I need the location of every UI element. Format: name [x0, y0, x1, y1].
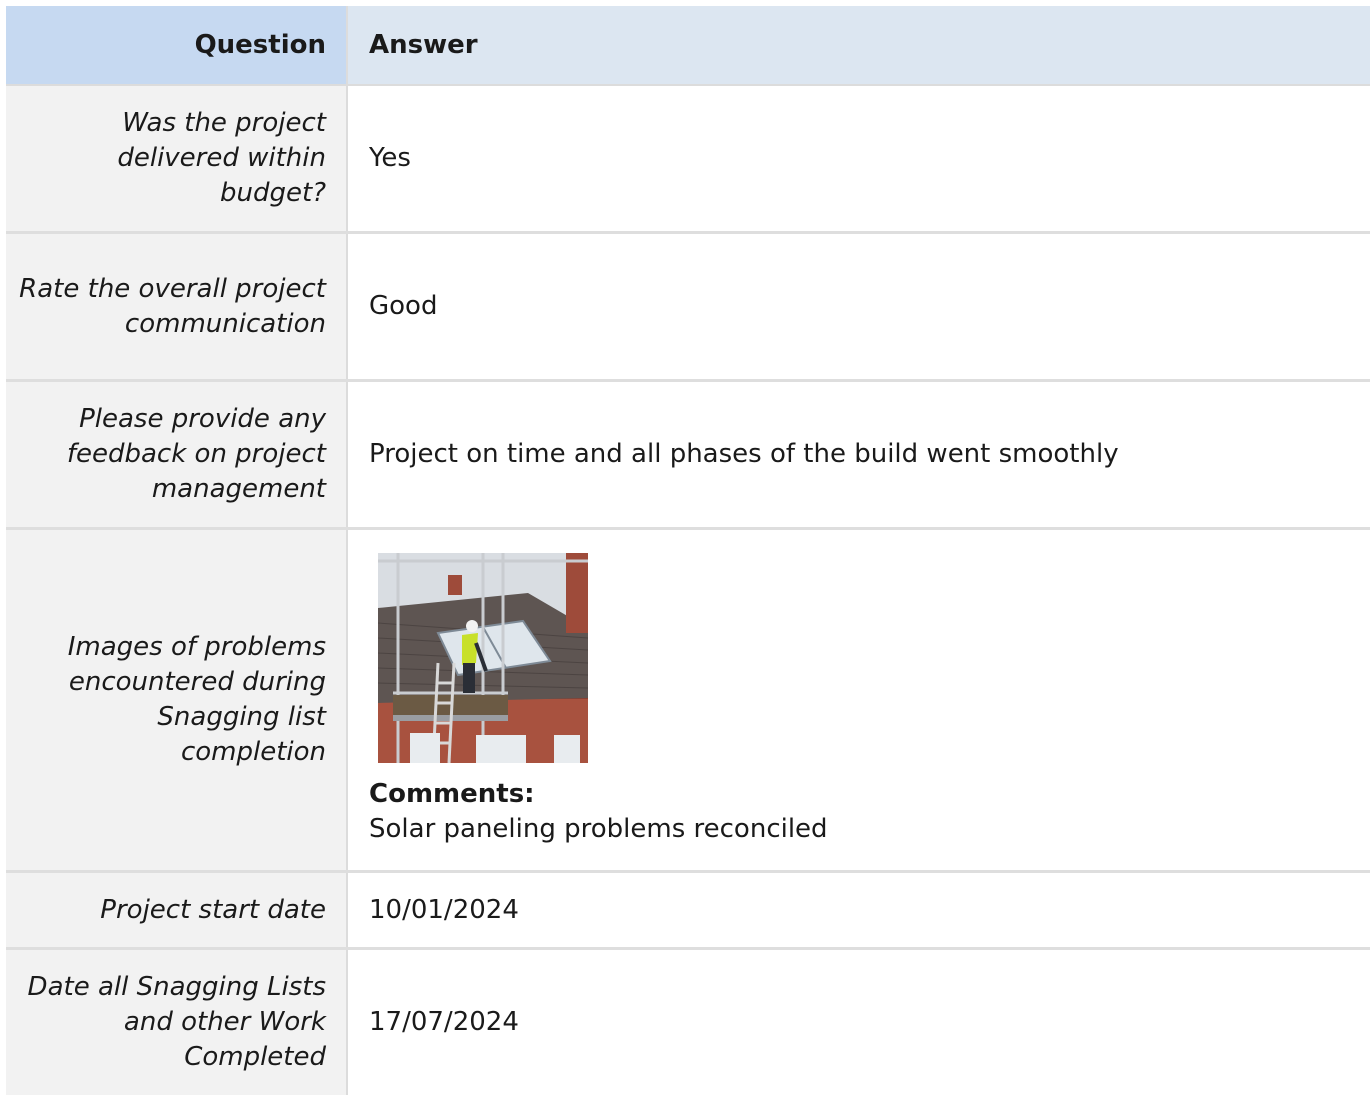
snagging-photo[interactable] [378, 553, 588, 763]
answer-cell: 10/01/2024 [347, 872, 1370, 949]
table-row: Was the project delivered within budget?… [6, 85, 1370, 233]
question-cell: Images of problems encountered during Sn… [6, 529, 347, 872]
comments-label: Comments: [369, 777, 1370, 812]
header-row: Question Answer [6, 6, 1370, 85]
question-cell: Project start date [6, 872, 347, 949]
answer-cell: Good [347, 233, 1370, 381]
table-row: Please provide any feedback on project m… [6, 381, 1370, 529]
table-row: Images of problems encountered during Sn… [6, 529, 1370, 872]
answer-cell: 17/07/2024 [347, 949, 1370, 1095]
question-cell: Date all Snagging Lists and other Work C… [6, 949, 347, 1095]
question-cell: Please provide any feedback on project m… [6, 381, 347, 529]
question-cell: Was the project delivered within budget? [6, 85, 347, 233]
table-row: Project start date 10/01/2024 [6, 872, 1370, 949]
answer-cell: Project on time and all phases of the bu… [347, 381, 1370, 529]
question-column-header: Question [6, 6, 347, 85]
table-row: Rate the overall project communication G… [6, 233, 1370, 381]
qa-table: Question Answer Was the project delivere… [6, 6, 1370, 1095]
table-row: Date all Snagging Lists and other Work C… [6, 949, 1370, 1095]
answer-cell: Yes [347, 85, 1370, 233]
question-cell: Rate the overall project communication [6, 233, 347, 381]
answer-column-header: Answer [347, 6, 1370, 85]
comments-text: Solar paneling problems reconciled [369, 812, 1370, 847]
answer-cell: Comments: Solar paneling problems reconc… [347, 529, 1370, 872]
